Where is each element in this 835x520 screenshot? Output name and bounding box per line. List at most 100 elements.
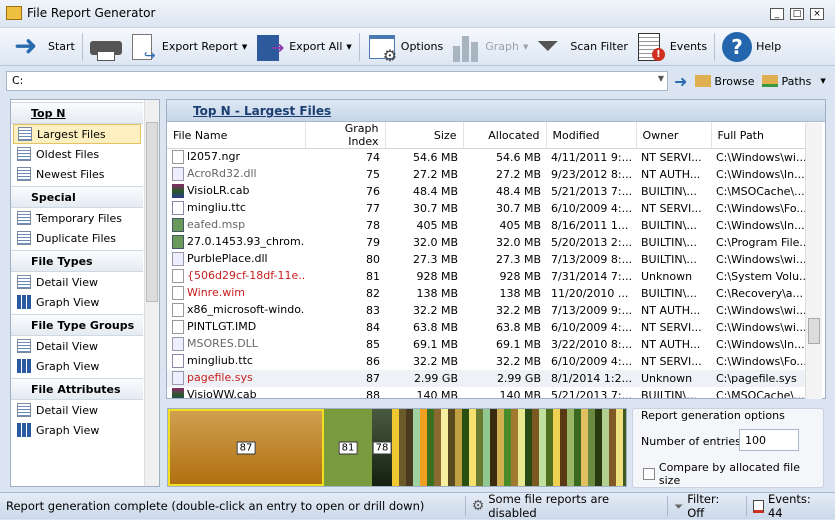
graph-block[interactable] — [441, 409, 448, 486]
table-row[interactable]: VisioLR.cab 76 48.4 MB 48.4 MB 5/21/2013 7:.… — [167, 183, 807, 200]
graph-block[interactable] — [476, 409, 483, 486]
table-row[interactable]: l2057.ngr 74 54.6 MB 54.6 MB 4/11/2011 9:...… — [167, 149, 807, 166]
graph-block[interactable]: 78 — [372, 409, 392, 486]
sidebar-section-file-attributes[interactable]: File Attributes — [11, 378, 143, 400]
sidebar-item-duplicate-files[interactable]: Duplicate Files — [13, 228, 141, 248]
graph-block[interactable] — [462, 409, 469, 486]
options-button[interactable]: ⚙ Options — [363, 29, 447, 65]
graph-block[interactable] — [553, 409, 560, 486]
paths-button[interactable]: Paths ▼ — [762, 75, 826, 88]
column-header-size[interactable]: Size — [385, 122, 464, 149]
graph-block[interactable] — [497, 409, 504, 486]
export-report-button[interactable]: ↪ Export Report ▼ — [124, 29, 251, 65]
minimize-button[interactable]: _ — [770, 8, 784, 20]
graph-block[interactable] — [602, 409, 609, 486]
graph-block[interactable]: 81 — [324, 409, 372, 486]
go-arrow-icon[interactable]: ➜ — [674, 72, 687, 91]
sidebar-section-special[interactable]: Special — [11, 186, 143, 208]
sidebar-item-graph-view[interactable]: Graph View — [13, 292, 141, 312]
graph-block[interactable] — [525, 409, 532, 486]
sidebar-item-detail-view[interactable]: Detail View — [13, 400, 141, 420]
table-scrollbar[interactable] — [805, 123, 822, 399]
table-row[interactable]: Winre.wim 82 138 MB 138 MB 11/20/2010 ... BUI… — [167, 285, 807, 302]
sidebar-item-graph-view[interactable]: Graph View — [13, 420, 141, 440]
graph-block[interactable] — [518, 409, 525, 486]
graph-block[interactable] — [546, 409, 553, 486]
events-status[interactable]: Events: 44 — [747, 492, 835, 520]
graph-block[interactable] — [434, 409, 441, 486]
sidebar-item-detail-view[interactable]: Detail View — [13, 272, 141, 292]
table-row[interactable]: VisioWW.cab 88 140 MB 140 MB 5/21/2013 7:...… — [167, 387, 807, 398]
graph-block[interactable] — [469, 409, 476, 486]
table-row[interactable]: {506d29cf-18df-11e... 81 928 MB 928 MB 7/31/… — [167, 268, 807, 285]
close-button[interactable]: × — [810, 8, 824, 20]
graph-block[interactable]: 87 — [168, 409, 324, 486]
sidebar-scrollbar[interactable] — [144, 100, 159, 486]
table-row[interactable]: x86_microsoft-windo... 83 32.2 MB 32.2 MB 7/… — [167, 302, 807, 319]
graph-block[interactable] — [490, 409, 497, 486]
sidebar-item-largest-files[interactable]: Largest Files — [13, 124, 141, 144]
graph-block[interactable] — [581, 409, 588, 486]
graph-block[interactable] — [567, 409, 574, 486]
sidebar-section-file-type-groups[interactable]: File Type Groups — [11, 314, 143, 336]
table-row[interactable]: 27.0.1453.93_chrom... 79 32.0 MB 32.0 MB 5/2… — [167, 234, 807, 251]
graph-block[interactable] — [511, 409, 518, 486]
filter-status[interactable]: ⏷ Filter: Off — [668, 492, 747, 520]
disabled-reports-status[interactable]: ⚙ Some file reports are disabled — [466, 492, 668, 520]
export-all-button[interactable]: ➔ Export All ▼ — [251, 29, 356, 65]
graph-block[interactable] — [560, 409, 567, 486]
table-row[interactable]: PINTLGT.IMD 84 63.8 MB 63.8 MB 6/10/2009 4:.… — [167, 319, 807, 336]
graph-block[interactable] — [595, 409, 602, 486]
column-header-modified[interactable]: Modified — [546, 122, 637, 149]
sidebar-section-file-types[interactable]: File Types — [11, 250, 143, 272]
help-button[interactable]: ? Help — [718, 29, 785, 65]
entries-input[interactable] — [739, 429, 799, 451]
graph-view[interactable]: 87 81 78 — [167, 408, 627, 487]
graph-block[interactable] — [539, 409, 546, 486]
graph-block[interactable] — [392, 409, 399, 486]
graph-block[interactable] — [413, 409, 420, 486]
graph-block[interactable] — [574, 409, 581, 486]
compare-allocated-checkbox[interactable]: Compare by allocated file size — [643, 461, 823, 487]
sidebar-item-graph-view[interactable]: Graph View — [13, 356, 141, 376]
table-row[interactable]: eafed.msp 78 405 MB 405 MB 8/16/2011 1... BUI… — [167, 217, 807, 234]
graph-block[interactable] — [483, 409, 490, 486]
table-row[interactable]: MSORES.DLL 85 69.1 MB 69.1 MB 3/22/2010 8:..… — [167, 336, 807, 353]
graph-block[interactable] — [420, 409, 427, 486]
graph-block[interactable] — [399, 409, 406, 486]
sidebar-item-oldest-files[interactable]: Oldest Files — [13, 144, 141, 164]
column-header-owner[interactable]: Owner — [636, 122, 712, 149]
column-header-file-name[interactable]: File Name — [167, 122, 306, 149]
browse-button[interactable]: Browse — [695, 75, 754, 88]
graph-block[interactable] — [588, 409, 595, 486]
graph-block[interactable] — [427, 409, 434, 486]
graph-block[interactable] — [455, 409, 462, 486]
graph-block[interactable] — [616, 409, 623, 486]
start-button[interactable]: ➜ Start — [10, 29, 79, 65]
graph-block[interactable] — [504, 409, 511, 486]
sidebar-item-detail-view[interactable]: Detail View — [13, 336, 141, 356]
sidebar-section-top-n[interactable]: Top N — [11, 102, 143, 124]
sidebar-item-newest-files[interactable]: Newest Files — [13, 164, 141, 184]
column-header-graph-index[interactable]: Graph Index — [305, 122, 386, 149]
table-row[interactable]: mingliub.ttc 86 32.2 MB 32.2 MB 6/10/2009 4:… — [167, 353, 807, 370]
graph-block[interactable] — [609, 409, 616, 486]
maximize-button[interactable]: □ — [790, 8, 804, 20]
table-row[interactable]: PurblePlace.dll 80 27.3 MB 27.3 MB 7/13/2009… — [167, 251, 807, 268]
graph-block[interactable] — [623, 409, 626, 486]
graph-button[interactable]: Graph ▼ — [447, 29, 532, 65]
scan-filter-button[interactable]: ⏷ Scan Filter — [532, 29, 631, 65]
graph-block[interactable] — [532, 409, 539, 486]
events-button[interactable]: ! Events — [632, 29, 711, 65]
table-row[interactable]: mingliu.ttc 77 30.7 MB 30.7 MB 6/10/2009 4:.… — [167, 200, 807, 217]
graph-block[interactable] — [448, 409, 455, 486]
column-header-allocated[interactable]: Allocated — [463, 122, 547, 149]
sidebar-item-temporary-files[interactable]: Temporary Files — [13, 208, 141, 228]
path-dropdown-icon[interactable]: ▼ — [658, 74, 664, 83]
graph-block[interactable] — [406, 409, 413, 486]
column-header-full-path[interactable]: Full Path — [711, 122, 808, 149]
print-button[interactable] — [86, 29, 124, 65]
path-input[interactable]: C: ▼ — [6, 71, 668, 91]
table-row[interactable]: pagefile.sys 87 2.99 GB 2.99 GB 8/1/2014 1:2… — [167, 369, 807, 387]
table-row[interactable]: AcroRd32.dll 75 27.2 MB 27.2 MB 9/23/2012 8:… — [167, 166, 807, 183]
